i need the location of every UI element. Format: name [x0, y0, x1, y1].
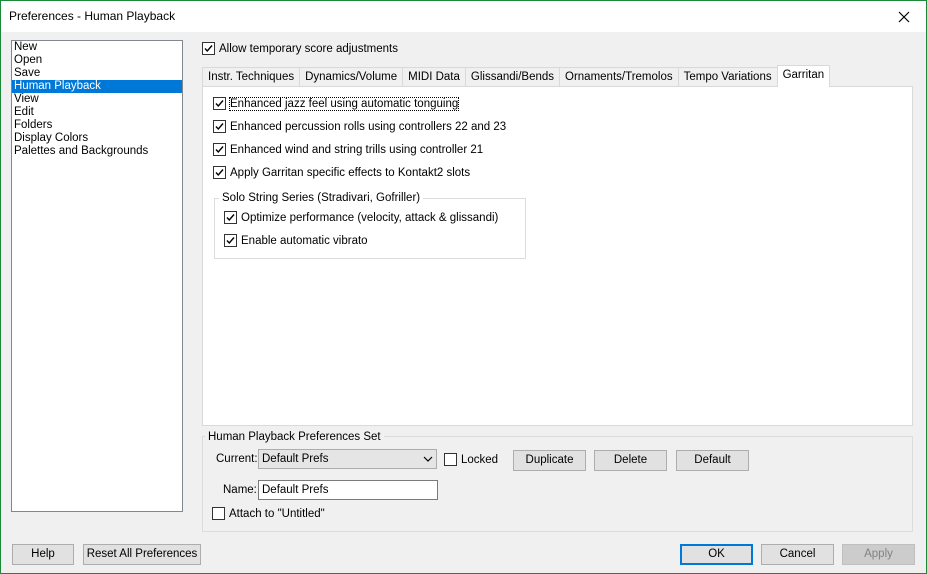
locked-label: Locked [461, 453, 499, 466]
option-kontakt2-effects[interactable]: Apply Garritan specific effects to Konta… [213, 166, 470, 179]
name-field[interactable] [258, 480, 438, 500]
tab-midi-data[interactable]: MIDI Data [402, 67, 466, 87]
checkmark-icon [204, 45, 213, 53]
allow-temp-adjustments-checkbox[interactable]: Allow temporary score adjustments [202, 42, 398, 55]
close-button[interactable] [882, 1, 926, 32]
checkbox-box[interactable] [213, 120, 226, 133]
checkbox-box[interactable] [444, 453, 457, 466]
option-label: Optimize performance (velocity, attack &… [241, 211, 499, 224]
reset-all-preferences-button[interactable]: Reset All Preferences [83, 544, 201, 565]
checkmark-icon [215, 123, 224, 131]
default-button[interactable]: Default [676, 450, 749, 471]
checkbox-box[interactable] [213, 166, 226, 179]
title-bar: Preferences - Human Playback [1, 1, 926, 32]
sidebar-item-new[interactable]: New [12, 41, 182, 54]
apply-button[interactable]: Apply [842, 544, 915, 565]
checkmark-icon [226, 237, 235, 245]
tab-strip: Instr. Techniques Dynamics/Volume MIDI D… [202, 65, 831, 87]
prefs-set-title: Human Playback Preferences Set [205, 431, 384, 443]
option-jazz-feel[interactable]: Enhanced jazz feel using automatic tongu… [213, 96, 460, 111]
sidebar-item-human-playback[interactable]: Human Playback [12, 80, 182, 93]
sidebar-item-open[interactable]: Open [12, 54, 182, 67]
option-label: Enhanced wind and string trills using co… [230, 143, 484, 156]
option-auto-vibrato[interactable]: Enable automatic vibrato [224, 234, 368, 247]
sidebar-item-edit[interactable]: Edit [12, 106, 182, 119]
sidebar-item-save[interactable]: Save [12, 67, 182, 80]
tab-tempo-variations[interactable]: Tempo Variations [677, 67, 778, 87]
help-button[interactable]: Help [12, 544, 74, 565]
tab-ornaments-tremolos[interactable]: Ornaments/Tremolos [559, 67, 679, 87]
ok-button[interactable]: OK [680, 544, 753, 565]
option-label: Enhanced percussion rolls using controll… [230, 120, 507, 133]
cancel-button[interactable]: Cancel [761, 544, 834, 565]
option-label: Apply Garritan specific effects to Konta… [230, 166, 471, 179]
name-label: Name: [223, 484, 257, 496]
checkmark-icon [215, 100, 224, 108]
tab-instr-techniques[interactable]: Instr. Techniques [202, 67, 301, 87]
checkbox-box[interactable] [212, 507, 225, 520]
sidebar-item-view[interactable]: View [12, 93, 182, 106]
option-label: Enable automatic vibrato [241, 234, 368, 247]
solo-string-group [214, 198, 526, 259]
option-wind-string-trills[interactable]: Enhanced wind and string trills using co… [213, 143, 483, 156]
checkbox-box[interactable] [202, 42, 215, 55]
current-label: Current: [216, 453, 258, 465]
name-input[interactable] [259, 482, 432, 498]
checkmark-icon [215, 146, 224, 154]
current-prefs-select[interactable]: Default Prefs [258, 449, 437, 469]
tab-dynamics-volume[interactable]: Dynamics/Volume [299, 67, 404, 87]
checkbox-box[interactable] [213, 97, 226, 110]
close-icon [898, 11, 910, 22]
duplicate-button[interactable]: Duplicate [513, 450, 586, 471]
sidebar-item-palettes-backgrounds[interactable]: Palettes and Backgrounds [12, 145, 182, 158]
sidebar-item-display-colors[interactable]: Display Colors [12, 132, 182, 145]
checkmark-icon [215, 169, 224, 177]
option-percussion-rolls[interactable]: Enhanced percussion rolls using controll… [213, 120, 506, 133]
current-prefs-value: Default Prefs [262, 453, 329, 465]
delete-button[interactable]: Delete [594, 450, 667, 471]
checkbox-box[interactable] [224, 234, 237, 247]
category-list[interactable]: New Open Save Human Playback View Edit F… [11, 40, 183, 512]
locked-checkbox[interactable]: Locked [444, 453, 498, 466]
checkbox-box[interactable] [213, 143, 226, 156]
solo-string-group-title: Solo String Series (Stradivari, Gofrille… [219, 192, 424, 204]
checkbox-label: Allow temporary score adjustments [219, 42, 398, 55]
checkmark-icon [226, 214, 235, 222]
sidebar-item-folders[interactable]: Folders [12, 119, 182, 132]
attach-label: Attach to "Untitled" [229, 507, 325, 520]
tab-glissandi-bends[interactable]: Glissandi/Bends [464, 67, 561, 87]
chevron-down-icon [423, 456, 433, 462]
window-title: Preferences - Human Playback [9, 9, 176, 23]
option-label: Enhanced jazz feel using automatic tongu… [228, 96, 460, 111]
option-optimize-performance[interactable]: Optimize performance (velocity, attack &… [224, 211, 498, 224]
attach-untitled-checkbox[interactable]: Attach to "Untitled" [212, 507, 325, 520]
checkbox-box[interactable] [224, 211, 237, 224]
tab-garritan[interactable]: Garritan [776, 65, 831, 87]
